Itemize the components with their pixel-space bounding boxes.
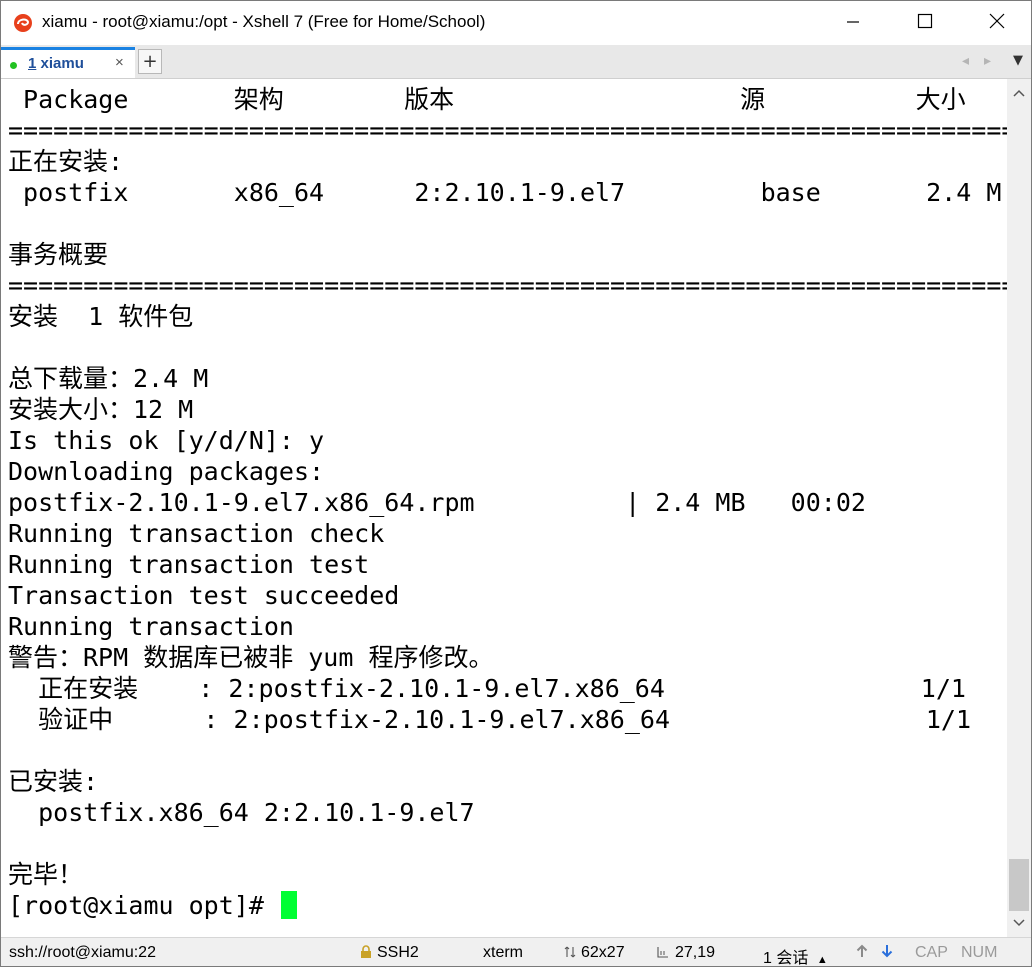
session-count[interactable]: 1 会话 ▲ bbox=[763, 944, 828, 967]
maximize-button[interactable] bbox=[889, 1, 961, 45]
terminal-line: Is this ok [y/d/N]: y bbox=[8, 426, 325, 455]
tab-bar: 1 xiamu × + ◂ ▸ ▼ bbox=[1, 45, 1031, 79]
resize-arrows-icon bbox=[564, 945, 576, 964]
terminal-type: xterm bbox=[483, 944, 523, 961]
connection-address: ssh://root@xiamu:22 bbox=[9, 944, 156, 961]
scroll-up-icon[interactable] bbox=[1007, 83, 1031, 103]
num-lock-indicator: NUM bbox=[961, 944, 998, 961]
terminal-output[interactable]: Package 架构 版本 源 大小 =====================… bbox=[1, 79, 1007, 937]
terminal-line: Downloading packages: bbox=[8, 457, 325, 486]
plus-icon: + bbox=[142, 50, 158, 72]
maximize-icon bbox=[917, 13, 933, 33]
title-bar[interactable]: xiamu - root@xiamu:/opt - Xshell 7 (Free… bbox=[1, 1, 1031, 45]
terminal-line: Running transaction check bbox=[8, 519, 385, 548]
terminal-line: 总下载量：2.4 M bbox=[8, 364, 209, 393]
chevron-up-icon: ▲ bbox=[816, 954, 828, 966]
terminal-line: 安装大小：12 M bbox=[8, 395, 194, 424]
prompt-line[interactable]: [root@xiamu opt]# bbox=[8, 890, 297, 921]
scroll-down-icon[interactable] bbox=[1007, 913, 1031, 933]
lock-icon bbox=[360, 945, 372, 964]
window-title: xiamu - root@xiamu:/opt - Xshell 7 (Free… bbox=[42, 12, 486, 31]
connected-status-icon bbox=[10, 62, 17, 69]
terminal-line: postfix-2.10.1-9.el7.x86_64.rpm | 2.4 MB… bbox=[8, 488, 866, 517]
new-tab-button[interactable]: + bbox=[138, 49, 162, 74]
terminal-line: Running transaction test bbox=[8, 550, 370, 579]
tab-xiamu[interactable]: 1 xiamu × bbox=[1, 47, 135, 78]
xshell-window: xiamu - root@xiamu:/opt - Xshell 7 (Free… bbox=[0, 0, 1032, 967]
protocol-indicator: SSH2 bbox=[360, 944, 419, 964]
terminal-line: 已安装: bbox=[8, 767, 99, 796]
terminal-scrollbar[interactable] bbox=[1007, 79, 1031, 937]
download-arrow-icon[interactable] bbox=[881, 944, 893, 963]
terminal-line: 安装 1 软件包 bbox=[8, 302, 194, 331]
shell-prompt: [root@xiamu opt]# bbox=[8, 891, 279, 920]
tab-close-icon[interactable]: × bbox=[115, 54, 124, 71]
caps-lock-indicator: CAP bbox=[915, 944, 948, 961]
upload-arrow-icon[interactable] bbox=[856, 944, 868, 963]
terminal-line: 事务概要 bbox=[8, 240, 109, 269]
close-button[interactable] bbox=[961, 1, 1031, 45]
terminal-size: 62x27 bbox=[564, 944, 625, 964]
tab-scroll-right-icon[interactable]: ▸ bbox=[984, 53, 991, 69]
terminal-line: postfix.x86_64 2:2.10.1-9.el7 bbox=[8, 798, 475, 827]
status-bar: ssh://root@xiamu:22 SSH2 xterm 62x27 27,… bbox=[1, 937, 1031, 967]
scrollbar-thumb[interactable] bbox=[1009, 859, 1029, 911]
tab-scroll-left-icon[interactable]: ◂ bbox=[962, 53, 969, 69]
close-icon bbox=[989, 13, 1005, 33]
cursor-position-icon bbox=[656, 945, 670, 964]
cursor-position-label: 27,19 bbox=[675, 944, 716, 961]
terminal-line: 警告：RPM 数据库已被非 yum 程序修改。 bbox=[8, 643, 494, 672]
terminal-line: ========================================… bbox=[8, 116, 1007, 145]
session-count-label: 1 会话 bbox=[763, 950, 809, 967]
terminal-line: 正在安装: bbox=[8, 147, 124, 176]
terminal-line: Package 架构 版本 源 大小 bbox=[8, 85, 966, 114]
terminal-line: Running transaction bbox=[8, 612, 294, 641]
terminal-line: postfix x86_64 2:2.10.1-9.el7 base 2.4 M bbox=[8, 178, 1002, 207]
terminal-line: 完毕！ bbox=[8, 860, 84, 889]
terminal-line: 正在安装 : 2:postfix-2.10.1-9.el7.x86_64 1/1 bbox=[8, 674, 966, 703]
terminal-line: Transaction test succeeded bbox=[8, 581, 400, 610]
minimize-button[interactable] bbox=[817, 1, 889, 45]
text-cursor bbox=[280, 891, 297, 919]
cursor-position: 27,19 bbox=[656, 944, 715, 964]
xshell-logo-icon bbox=[13, 13, 33, 33]
size-label: 62x27 bbox=[581, 944, 625, 961]
tab-menu-chevron-down-icon[interactable]: ▼ bbox=[1013, 53, 1023, 68]
tab-label: 1 xiamu bbox=[28, 55, 84, 72]
protocol-label: SSH2 bbox=[377, 944, 419, 961]
terminal-line: ========================================… bbox=[8, 271, 1007, 300]
minimize-icon bbox=[846, 14, 860, 33]
terminal-line: 验证中 : 2:postfix-2.10.1-9.el7.x86_64 1/1 bbox=[8, 705, 972, 734]
